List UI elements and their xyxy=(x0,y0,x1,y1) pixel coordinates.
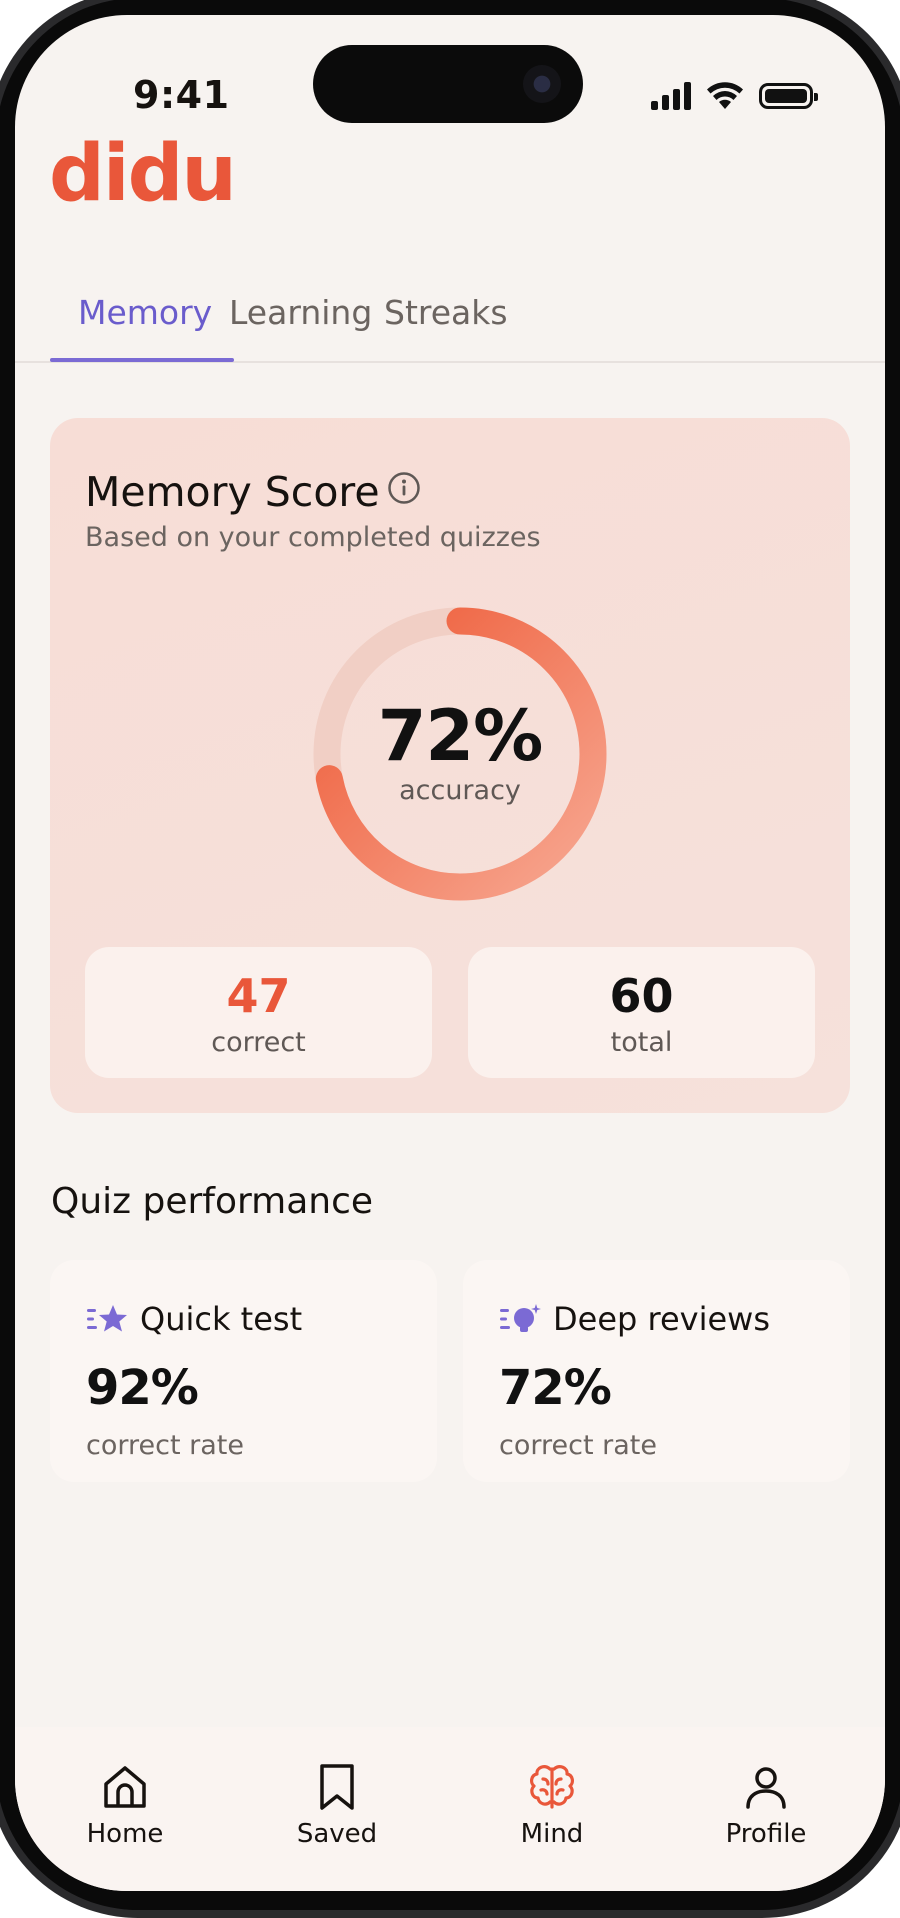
status-icons xyxy=(651,81,818,111)
tab-bar: Memory Learning Streaks xyxy=(15,277,885,363)
total-count: 60 xyxy=(609,969,674,1023)
correct-stat-box: 47 correct xyxy=(85,947,432,1078)
wifi-icon xyxy=(707,82,743,109)
lightbulb-icon xyxy=(500,1304,541,1332)
dynamic-island xyxy=(313,45,583,123)
deep-reviews-card[interactable]: Deep reviews 72% correct rate xyxy=(463,1260,850,1482)
star-icon xyxy=(87,1305,127,1332)
nav-home[interactable]: Home xyxy=(55,1761,195,1849)
nav-profile[interactable]: Profile xyxy=(696,1761,836,1849)
nav-mind-label: Mind xyxy=(520,1819,584,1849)
app-logo: didu xyxy=(49,129,237,219)
tab-memory[interactable]: Memory xyxy=(78,293,212,332)
quiz-performance-title: Quiz performance xyxy=(51,1181,374,1222)
active-tab-indicator xyxy=(50,358,234,362)
nav-home-label: Home xyxy=(86,1819,164,1849)
nav-saved[interactable]: Saved xyxy=(267,1761,407,1849)
deep-reviews-caption: correct rate xyxy=(499,1430,657,1461)
total-label: total xyxy=(610,1027,673,1058)
profile-icon xyxy=(746,1767,786,1809)
quick-test-card[interactable]: Quick test 92% correct rate xyxy=(50,1260,437,1482)
quick-test-label: Quick test xyxy=(140,1300,303,1338)
accuracy-label: accuracy xyxy=(399,775,521,806)
brain-icon xyxy=(530,1765,574,1809)
accuracy-value: 72% xyxy=(377,695,544,777)
status-time: 9:41 xyxy=(133,73,230,117)
tab-streaks[interactable]: Streaks xyxy=(384,293,508,332)
memory-score-subtitle: Based on your completed quizzes xyxy=(85,522,541,553)
deep-reviews-value: 72% xyxy=(499,1360,612,1416)
total-stat-box: 60 total xyxy=(468,947,815,1078)
tab-learning[interactable]: Learning xyxy=(229,293,372,332)
nav-saved-label: Saved xyxy=(296,1819,378,1849)
nav-mind[interactable]: Mind xyxy=(482,1761,622,1849)
bottom-nav: Home Saved Mind Profile xyxy=(15,1727,885,1891)
nav-profile-label: Profile xyxy=(725,1819,807,1849)
info-icon[interactable] xyxy=(387,471,421,505)
bookmark-icon xyxy=(320,1764,354,1810)
app-screen: 9:41 didu Memory Learning Streaks Memory… xyxy=(15,15,885,1891)
quick-test-value: 92% xyxy=(86,1360,199,1416)
home-icon xyxy=(104,1766,146,1808)
battery-icon xyxy=(759,83,818,109)
memory-score-title: Memory Score xyxy=(85,468,380,516)
correct-label: correct xyxy=(211,1027,306,1058)
camera-icon xyxy=(523,65,561,103)
correct-count: 47 xyxy=(226,969,291,1023)
deep-reviews-label: Deep reviews xyxy=(553,1300,770,1338)
signal-icon xyxy=(651,82,691,110)
quick-test-caption: correct rate xyxy=(86,1430,244,1461)
